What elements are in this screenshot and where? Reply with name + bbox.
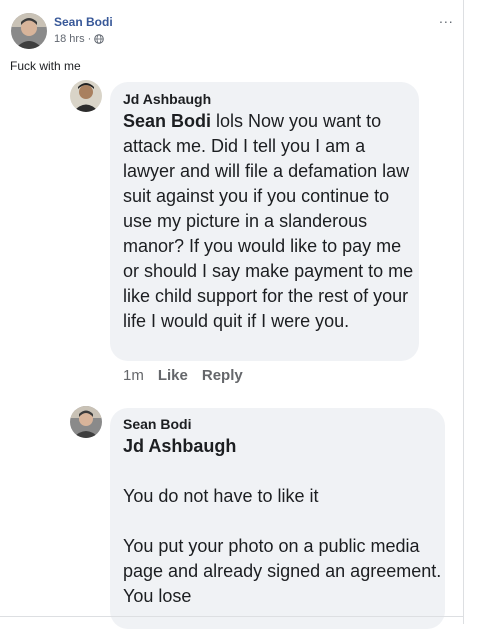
reply-button[interactable]: Reply [202, 367, 243, 384]
scrollbar-track[interactable] [464, 0, 480, 624]
profile-photo-icon [70, 80, 102, 112]
post-timestamp[interactable]: 18 hrs [54, 33, 85, 45]
mention-link[interactable]: Sean Bodi [123, 111, 211, 131]
comment-paragraph: You do not have to like it [123, 486, 319, 506]
comment-actions: 1m Like Reply [123, 367, 243, 384]
profile-photo-icon [11, 13, 47, 49]
post-meta: 18 hrs · [54, 33, 105, 45]
avatar[interactable] [11, 13, 47, 49]
post-author-name[interactable]: Sean Bodi [54, 15, 113, 29]
divider [0, 616, 463, 617]
comments-section: Jd Ashbaugh Sean Bodi lols Now you want … [0, 80, 464, 629]
globe-icon [94, 34, 105, 44]
comment-bubble: Sean Bodi Jd Ashbaugh You do not have to… [110, 408, 445, 629]
post-card: Sean Bodi 18 hrs · Fuck with me ... [0, 0, 464, 80]
comment-text-content: lols Now you want to attack me. Did I te… [123, 111, 414, 331]
comment-paragraph: You put your photo on a public media pag… [123, 536, 442, 606]
like-button[interactable]: Like [158, 367, 188, 384]
screenshot-frame: Sean Bodi 18 hrs · Fuck with me ... Jd A… [0, 0, 480, 629]
mention-link[interactable]: Jd Ashbaugh [123, 434, 445, 459]
comment-bubble: Jd Ashbaugh Sean Bodi lols Now you want … [110, 82, 419, 361]
post-text: Fuck with me [10, 59, 81, 73]
comment-text: Sean Bodi lols Now you want to attack me… [123, 109, 419, 334]
meta-separator: · [87, 33, 92, 45]
avatar[interactable] [70, 80, 102, 112]
comment-timestamp[interactable]: 1m [123, 367, 144, 384]
comment-text: Jd Ashbaugh You do not have to like it Y… [123, 434, 445, 609]
comment-author-name[interactable]: Jd Ashbaugh [123, 91, 419, 107]
profile-photo-icon [70, 406, 102, 438]
avatar[interactable] [70, 406, 102, 438]
comment-author-name[interactable]: Sean Bodi [123, 416, 445, 432]
more-options-icon[interactable]: ... [439, 10, 454, 26]
